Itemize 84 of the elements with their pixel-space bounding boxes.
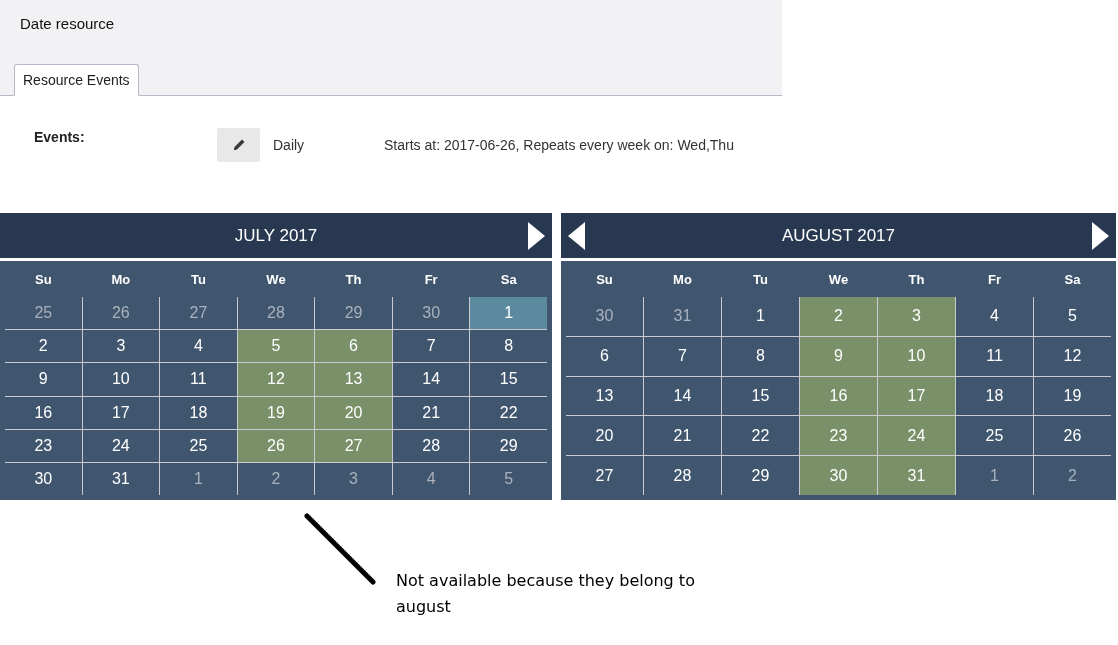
day-cell[interactable]: 29: [722, 456, 799, 495]
page-title: Date resource: [20, 15, 115, 32]
day-cell[interactable]: 18: [160, 396, 237, 429]
weekday-label: Mo: [673, 271, 692, 287]
day-cell[interactable]: 5: [470, 462, 547, 495]
day-cell[interactable]: 31: [82, 462, 160, 495]
weekday-label: Sa: [1064, 271, 1081, 287]
day-cell[interactable]: 1: [722, 297, 799, 336]
day-cell[interactable]: 14: [392, 363, 470, 396]
weekday-label: Mo: [111, 271, 131, 287]
day-cell[interactable]: 25: [5, 297, 82, 330]
weekday-label: We: [828, 271, 849, 287]
events-label: Events:: [34, 128, 86, 145]
day-cell[interactable]: 4: [160, 330, 237, 363]
day-cell[interactable]: 3: [315, 462, 392, 495]
day-cell[interactable]: 2: [5, 330, 82, 363]
day-cell[interactable]: 30: [5, 462, 82, 495]
day-cell[interactable]: 16: [5, 396, 82, 429]
day-cell[interactable]: 25: [956, 416, 1033, 456]
day-cell[interactable]: 4: [956, 297, 1033, 336]
day-cell[interactable]: 11: [956, 336, 1033, 376]
weekday-label: Fr: [424, 271, 438, 287]
day-cell[interactable]: 22: [470, 396, 547, 429]
annotation-text: Not available because they belong to august: [396, 570, 696, 618]
day-cell[interactable]: 5: [1034, 297, 1111, 336]
day-cell[interactable]: 3: [82, 330, 160, 363]
day-cell[interactable]: 7: [644, 336, 721, 376]
day-cell[interactable]: 28: [392, 429, 470, 462]
day-cell[interactable]: 14: [644, 376, 721, 416]
day-cell[interactable]: 29: [315, 297, 392, 330]
weekday-label: Fr: [988, 271, 1001, 287]
right-triangle-icon[interactable]: [528, 221, 545, 250]
day-cell[interactable]: 18: [956, 376, 1033, 416]
day-cell[interactable]: 10: [82, 363, 160, 396]
day-cell[interactable]: 13: [566, 376, 643, 416]
day-cell[interactable]: 2: [1034, 456, 1111, 495]
day-cell[interactable]: 26: [82, 297, 160, 330]
weekday-label: We: [266, 271, 286, 287]
day-cell[interactable]: 12: [1034, 336, 1111, 376]
day-cell[interactable]: 30: [566, 297, 643, 336]
day-cell[interactable]: 28: [644, 456, 721, 495]
month-title: JULY 2017: [234, 225, 318, 246]
day-cell[interactable]: 8: [722, 336, 799, 376]
edit-button[interactable]: [217, 128, 260, 162]
day-cell[interactable]: 21: [644, 416, 721, 456]
tab[interactable]: Resource Events: [14, 64, 139, 96]
day-cell[interactable]: 1: [956, 456, 1033, 495]
right-triangle-icon[interactable]: [1092, 221, 1109, 250]
weekday-label: Th: [908, 271, 925, 287]
day-cell[interactable]: 15: [722, 376, 799, 416]
month-title: AUGUST 2017: [781, 225, 896, 246]
day-cell[interactable]: 9: [5, 363, 82, 396]
event-description: Starts at: 2017-06-26, Repeats every week on: Wed,Thu: [384, 137, 734, 153]
left-triangle-icon[interactable]: [568, 221, 585, 250]
day-cell[interactable]: 30: [392, 297, 470, 330]
day-cell[interactable]: 20: [566, 416, 643, 456]
day-cell[interactable]: 22: [722, 416, 799, 456]
pencil-icon: [232, 139, 245, 151]
day-cell[interactable]: 7: [392, 330, 470, 363]
day-cell[interactable]: 24: [82, 429, 160, 462]
day-cell[interactable]: 15: [470, 363, 547, 396]
weekday-label: Tu: [753, 271, 768, 287]
day-cell[interactable]: 31: [644, 297, 721, 336]
day-cell[interactable]: 28: [237, 297, 315, 330]
day-cell[interactable]: 17: [82, 396, 160, 429]
day-cell[interactable]: 1: [470, 297, 547, 330]
day-cell[interactable]: 1: [160, 462, 237, 495]
day-cell[interactable]: 2: [237, 462, 315, 495]
weekday-label: Tu: [190, 271, 206, 287]
day-cell[interactable]: 21: [392, 396, 470, 429]
day-cell[interactable]: 23: [5, 429, 82, 462]
day-cell[interactable]: 11: [160, 363, 237, 396]
weekday-label: Sa: [500, 271, 517, 287]
day-cell[interactable]: 8: [470, 330, 547, 363]
event-frequency: Daily: [273, 137, 306, 153]
weekday-label: Su: [34, 271, 52, 287]
day-cell[interactable]: 19: [1034, 376, 1111, 416]
day-cell[interactable]: 6: [566, 336, 643, 376]
day-cell[interactable]: 29: [470, 429, 547, 462]
day-cell[interactable]: 26: [1034, 416, 1111, 456]
weekday-label: Th: [345, 271, 362, 287]
day-cell[interactable]: 27: [566, 456, 643, 495]
weekday-label: Su: [596, 271, 613, 287]
day-cell[interactable]: 25: [160, 429, 237, 462]
